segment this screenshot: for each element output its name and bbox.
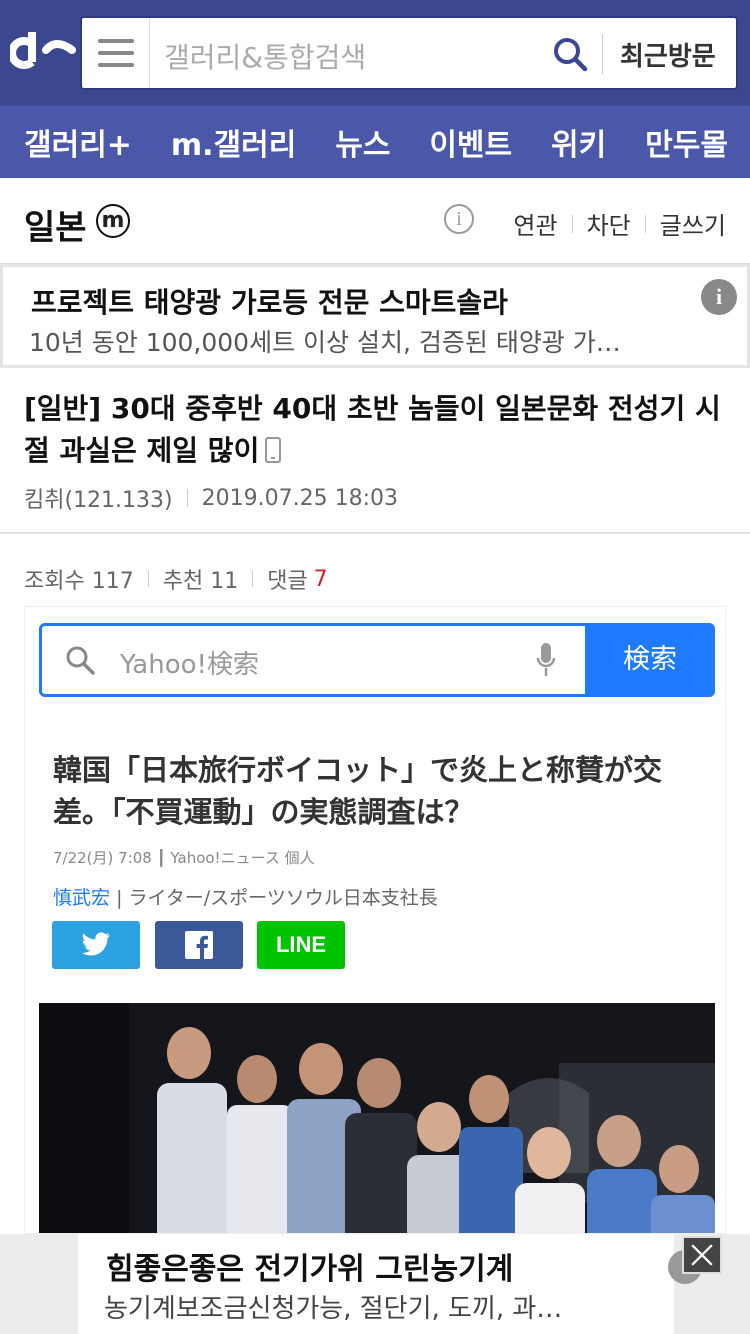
yahoo-search-button: 検索 <box>585 623 715 697</box>
mobile-icon <box>265 437 282 463</box>
nav-event[interactable]: 이벤트 <box>429 120 512 164</box>
post-title: [일반] 30대 중후반 40대 초반 놈들이 일본문화 전성기 시절 과실은 … <box>24 392 721 467</box>
author-description: | ライター/スポーツソウル日本支社長 <box>116 887 438 909</box>
search-input[interactable]: 갤러리&통합검색 <box>164 36 366 76</box>
ad-description[interactable]: 농기계보조금신청가능, 절단기, 도끼, 과… <box>104 1288 562 1325</box>
nav-gallery-plus[interactable]: 갤러리+ <box>24 120 132 164</box>
divider <box>0 532 750 534</box>
comment-count[interactable]: 7 <box>314 567 328 592</box>
author-name: 慎武宏 <box>53 887 111 909</box>
ad-title[interactable]: 힘좋은좋은 전기가위 그린농기계 <box>106 1244 513 1288</box>
dc-logo-icon[interactable] <box>10 26 76 78</box>
nav-wiki[interactable]: 위키 <box>551 120 606 164</box>
top-header: 갤러리&통합검색 최근방문 <box>0 0 750 106</box>
gallery-links: 연관 차단 글쓰기 <box>513 206 726 241</box>
close-icon[interactable] <box>682 1236 722 1274</box>
article-author: 慎武宏 | ライター/スポーツソウル日本支社長 <box>53 883 438 910</box>
post-image: Yahoo!検索 検索 韓国「日本旅行ボイコット」で炎上と称賛が交差。「不買運動… <box>24 606 726 1234</box>
twitter-icon <box>82 932 110 956</box>
post-author[interactable]: 킴취(121.133) <box>24 482 173 514</box>
recommend-count: 추천 11 <box>162 569 239 594</box>
search-icon <box>66 646 95 675</box>
minor-gallery-badge: m <box>96 204 130 238</box>
ad-content[interactable]: 힘좋은좋은 전기가위 그린농기계 농기계보조금신청가능, 절단기, 도끼, 과… <box>78 1234 674 1334</box>
microphone-icon <box>536 643 556 676</box>
yahoo-search-bar: Yahoo!検索 検索 <box>39 623 715 697</box>
comment-label[interactable]: 댓글 <box>267 563 307 595</box>
facebook-icon <box>185 931 213 959</box>
block-link[interactable]: 차단 <box>587 206 631 241</box>
info-icon[interactable]: i <box>444 204 474 234</box>
menu-icon[interactable] <box>82 18 150 88</box>
search-box: 갤러리&통합검색 최근방문 <box>80 16 738 90</box>
facebook-share-button <box>155 921 243 969</box>
related-link[interactable]: 연관 <box>513 206 557 241</box>
line-share-button: LINE <box>257 921 345 969</box>
main-nav: 갤러리+ m.갤러리 뉴스 이벤트 위키 만두몰 <box>0 106 750 178</box>
yahoo-search-input: Yahoo!検索 <box>120 650 259 680</box>
ad-description[interactable]: 10년 동안 100,000세트 이상 설치, 검증된 태양광 가… <box>29 323 621 359</box>
divider <box>602 34 603 74</box>
post-stats: 조회수 117 추천 11 댓글 7 <box>24 563 328 595</box>
post-datetime: 2019.07.25 18:03 <box>201 485 398 511</box>
nav-news[interactable]: 뉴스 <box>335 120 390 164</box>
ad-info-icon[interactable]: i <box>701 279 737 315</box>
nav-m-gallery[interactable]: m.갤러리 <box>171 120 296 164</box>
article-title: 韓国「日本旅行ボイコット」で炎上と称賛が交差。「不買運動」の実態調査は？ <box>53 753 663 829</box>
recent-visits-button[interactable]: 최근방문 <box>620 36 716 73</box>
gallery-title[interactable]: 일본 <box>24 200 87 249</box>
ad-title[interactable]: 프로젝트 태양광 가로등 전문 스마트솔라 <box>31 281 508 321</box>
gallery-header: 일본 m i 연관 차단 글쓰기 <box>0 178 750 264</box>
article-meta: 7/22(月) 7:08 ┃ Yahoo!ニュース 個人 <box>53 849 315 867</box>
view-count: 조회수 117 <box>24 569 134 594</box>
ad-banner-bottom[interactable]: 힘좋은좋은 전기가위 그린농기계 농기계보조금신청가능, 절단기, 도끼, 과… <box>0 1234 750 1334</box>
group-photo <box>39 1003 715 1233</box>
ad-banner-top[interactable]: 프로젝트 태양광 가로등 전문 스마트솔라 10년 동안 100,000세트 이… <box>0 264 750 368</box>
post-meta: 킴취(121.133) 2019.07.25 18:03 <box>24 482 398 514</box>
search-icon[interactable] <box>552 36 588 72</box>
twitter-share-button <box>52 921 140 969</box>
nav-mandu-mall[interactable]: 만두몰 <box>645 120 728 164</box>
write-link[interactable]: 글쓰기 <box>660 206 726 241</box>
